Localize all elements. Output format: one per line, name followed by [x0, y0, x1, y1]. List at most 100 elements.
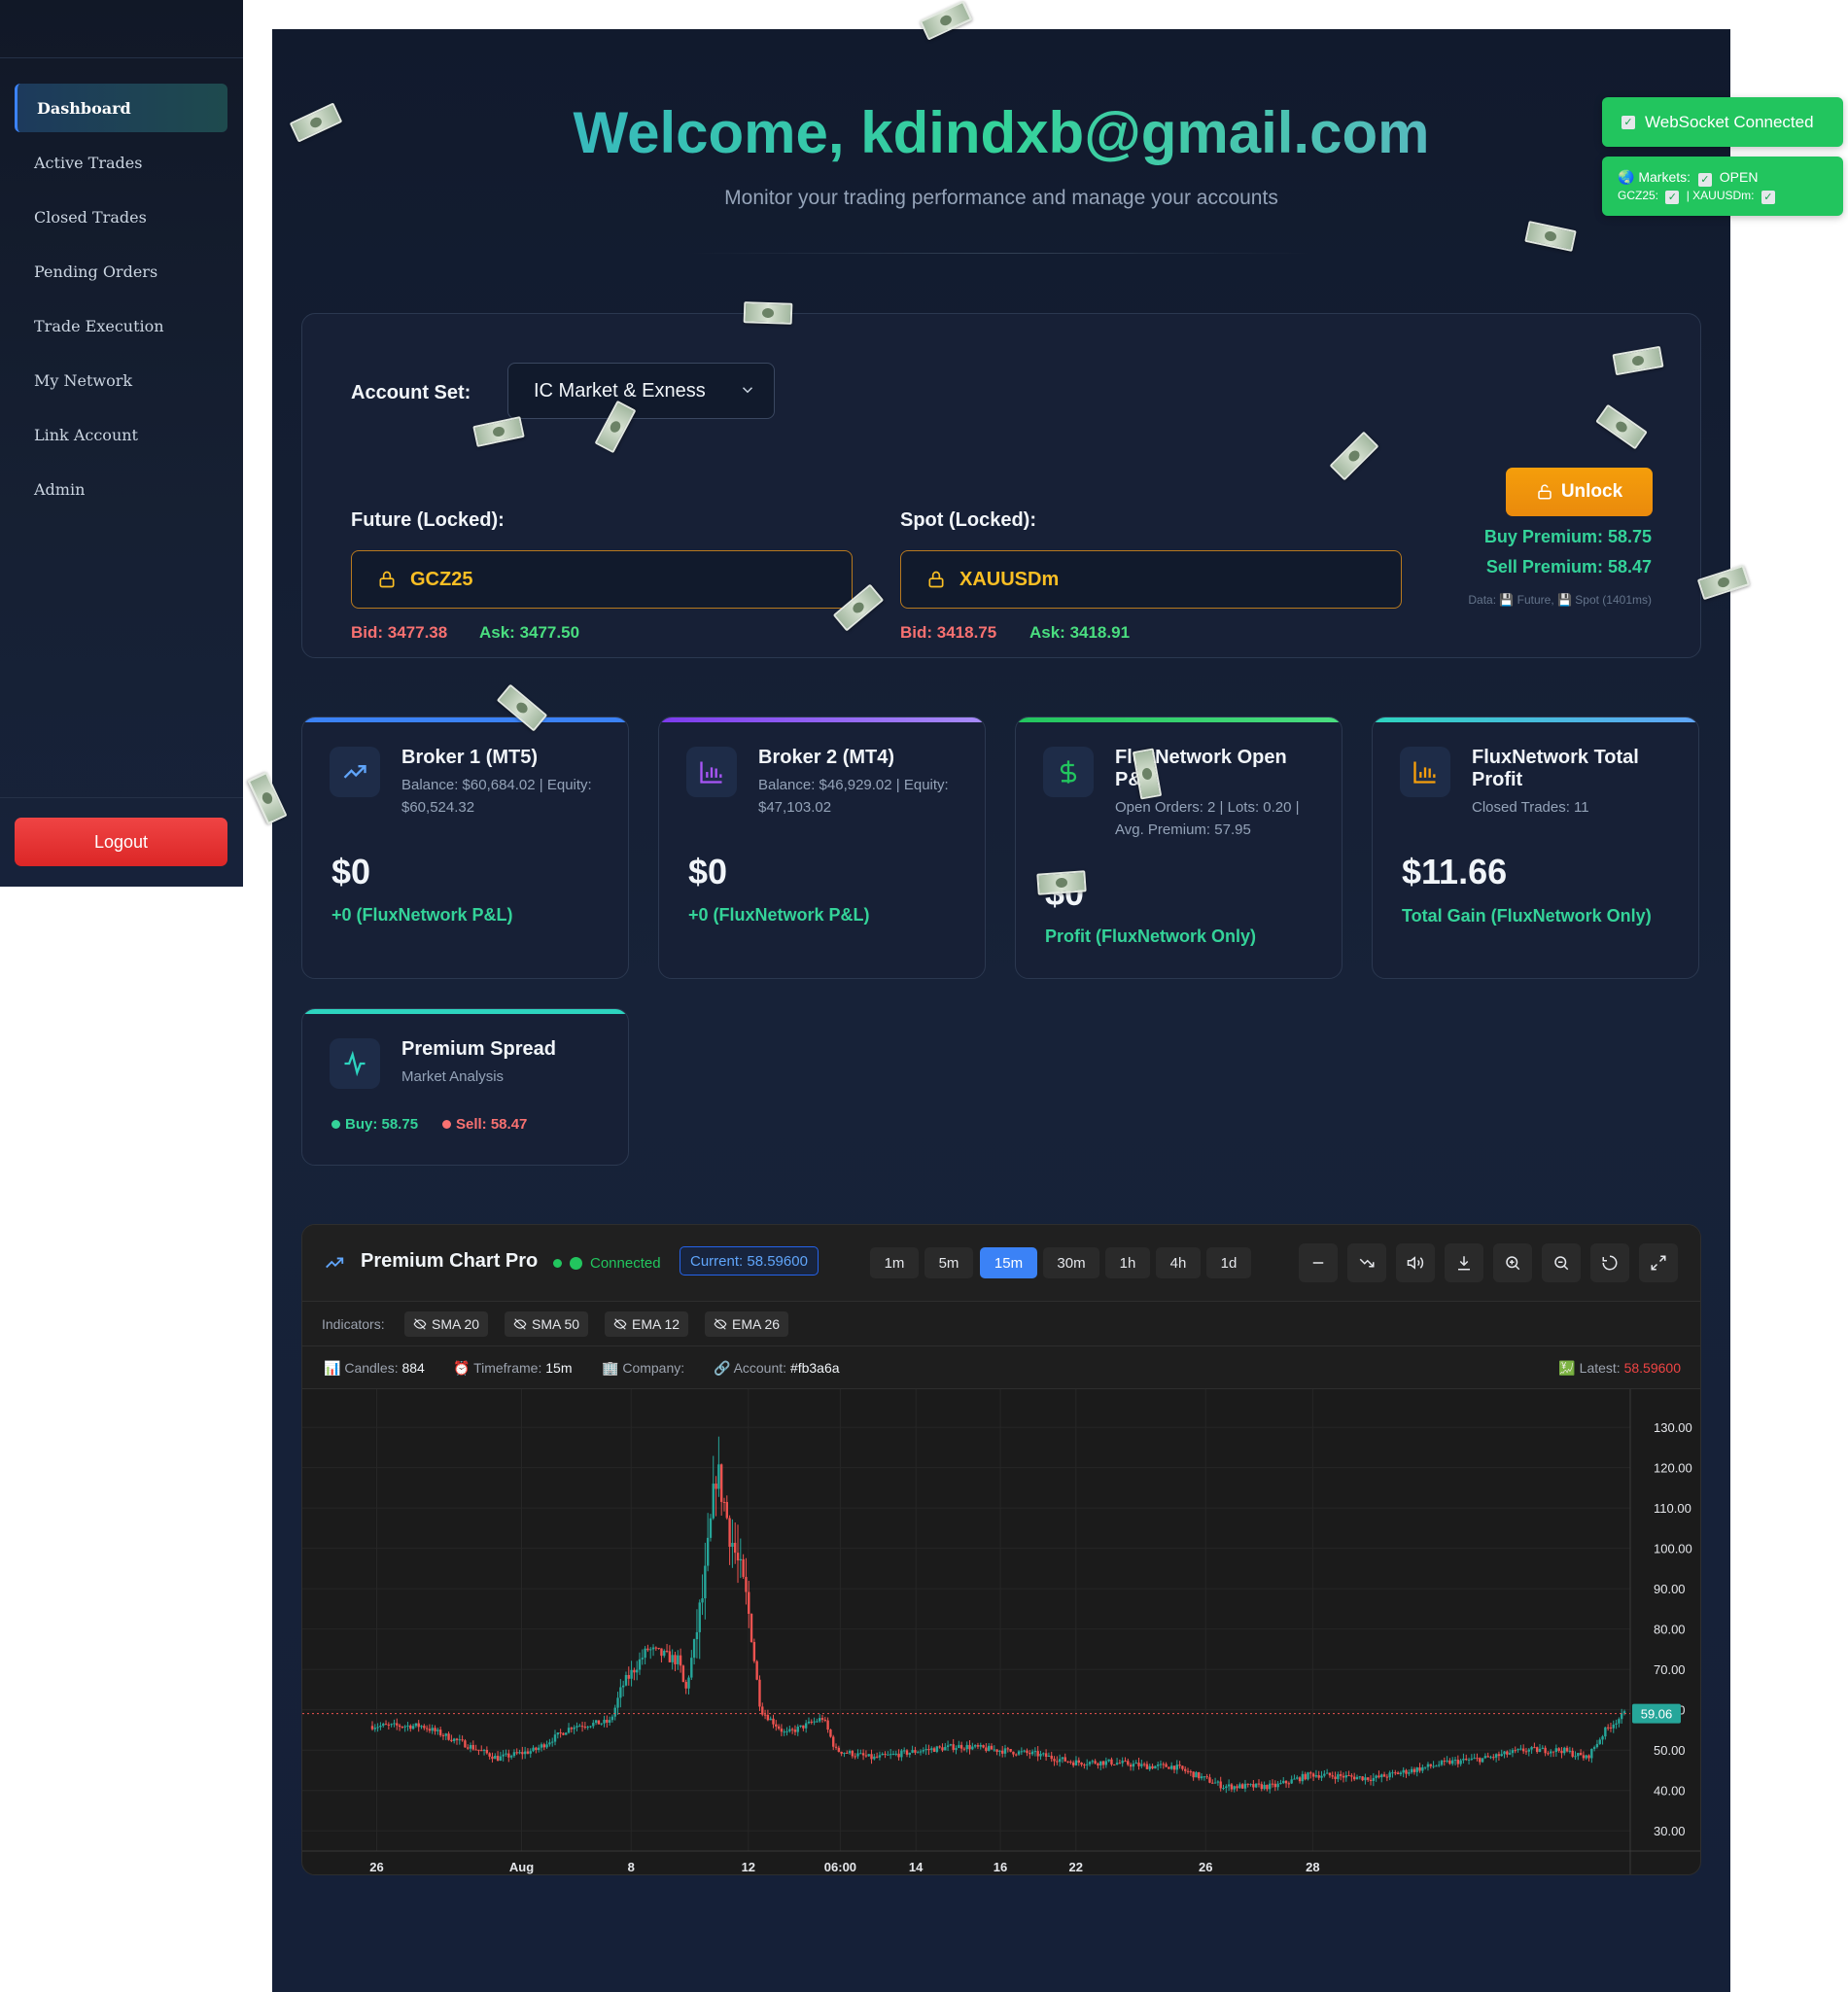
candle-body: [864, 1755, 868, 1757]
future-symbol-field[interactable]: GCZ25: [351, 550, 853, 609]
zoom-out-button[interactable]: [1542, 1243, 1581, 1282]
spot-symbol-field[interactable]: XAUUSDm: [900, 550, 1402, 609]
candle-body: [1205, 1776, 1208, 1778]
candle-body: [660, 1648, 663, 1657]
candle-body: [1042, 1753, 1045, 1755]
candle-body: [406, 1725, 409, 1727]
buy-premium: Buy Premium: 58.75: [1483, 527, 1652, 546]
candle-body: [1284, 1780, 1288, 1784]
candle-body: [826, 1720, 829, 1730]
latest-value: 58.59600: [1623, 1360, 1681, 1376]
eye-off-icon: [413, 1318, 427, 1330]
candle-body: [1421, 1766, 1424, 1771]
x-tick-label: 8: [628, 1860, 635, 1874]
spot-bid: Bid: 3418.75: [900, 623, 997, 642]
candle-body: [785, 1730, 788, 1732]
account-set-select[interactable]: IC Market & Exness: [507, 363, 775, 419]
sidebar-item-dashboard[interactable]: Dashboard: [15, 84, 227, 132]
sidebar-item-my-network[interactable]: My Network: [15, 356, 227, 404]
timeframe-1d[interactable]: 1d: [1206, 1247, 1251, 1278]
candle-body: [1236, 1786, 1238, 1789]
logout-button[interactable]: Logout: [15, 818, 227, 866]
candle-body: [1168, 1766, 1170, 1769]
sidebar-item-admin[interactable]: Admin: [15, 465, 227, 513]
candle-body: [1056, 1761, 1059, 1763]
candle-body: [1565, 1747, 1569, 1752]
y-tick-label: 30.00: [1654, 1824, 1686, 1838]
y-tick-label: 100.00: [1654, 1542, 1692, 1556]
x-tick-label: 26: [1199, 1860, 1212, 1874]
reset-button[interactable]: [1590, 1243, 1629, 1282]
candle-body: [819, 1718, 821, 1722]
zoom-out-icon: [1554, 1256, 1569, 1271]
candle-body: [919, 1751, 923, 1753]
candle-body: [1186, 1770, 1190, 1772]
candle-body: [681, 1665, 685, 1683]
candle-body: [1481, 1758, 1484, 1763]
candle-body: [583, 1727, 587, 1729]
fullscreen-button[interactable]: [1639, 1243, 1678, 1282]
candle-body: [1476, 1758, 1479, 1760]
check-icon: ✓: [1761, 191, 1775, 204]
unlock-button[interactable]: Unlock: [1506, 468, 1653, 516]
trending-up-icon: [326, 1257, 344, 1269]
sidebar-item-pending-orders[interactable]: Pending Orders: [15, 247, 227, 296]
candle-body: [403, 1726, 406, 1728]
trend-button[interactable]: [1347, 1243, 1386, 1282]
sidebar-item-active-trades[interactable]: Active Trades: [15, 138, 227, 187]
candle-body: [578, 1726, 581, 1728]
candle-body: [1514, 1750, 1517, 1752]
x-tick-label: Aug: [509, 1860, 534, 1874]
timeframe-15m[interactable]: 15m: [980, 1247, 1037, 1278]
candle-body: [816, 1721, 819, 1723]
candle-body: [1047, 1755, 1051, 1757]
candle-body: [668, 1651, 672, 1662]
chart-header: Premium Chart Pro Connected Current: 58.…: [302, 1225, 1700, 1302]
candle-body: [1003, 1748, 1007, 1754]
indicator-sma20-toggle[interactable]: SMA 20: [404, 1311, 489, 1337]
candle-body: [1377, 1775, 1380, 1778]
candlestick-chart[interactable]: 130.00120.00110.00100.0090.0080.0070.006…: [302, 1389, 1701, 1875]
timeframe-1h[interactable]: 1h: [1105, 1247, 1150, 1278]
candle-body: [455, 1738, 459, 1740]
candle-body: [1058, 1759, 1062, 1763]
current-price-badge: Current: 58.59600: [680, 1246, 819, 1276]
sidebar-item-trade-execution[interactable]: Trade Execution: [15, 301, 227, 350]
candle-body: [1301, 1773, 1305, 1782]
candle-body: [477, 1749, 480, 1751]
candle-body: [734, 1542, 737, 1554]
candle-body: [1271, 1783, 1274, 1785]
timeframe-5m[interactable]: 5m: [924, 1247, 973, 1278]
candle-body: [677, 1655, 680, 1664]
unlock-label: Unlock: [1560, 481, 1623, 502]
candle-body: [941, 1747, 944, 1751]
candle-body: [763, 1714, 767, 1716]
candle-body: [1620, 1713, 1623, 1720]
card-accent: [659, 717, 985, 722]
candle-body: [570, 1728, 574, 1730]
candle-body: [1159, 1764, 1163, 1765]
candle-body: [1175, 1765, 1178, 1770]
sidebar-item-closed-trades[interactable]: Closed Trades: [15, 192, 227, 241]
minus-icon: [1312, 1262, 1324, 1264]
candle-body: [719, 1464, 723, 1502]
sidebar-item-link-account[interactable]: Link Account: [15, 410, 227, 459]
candle-body: [1456, 1760, 1460, 1765]
timeframe-30m[interactable]: 30m: [1043, 1247, 1099, 1278]
indicator-ema26-toggle[interactable]: EMA 26: [705, 1311, 789, 1337]
zoom-in-button[interactable]: [1493, 1243, 1532, 1282]
indicator-ema12-toggle[interactable]: EMA 12: [605, 1311, 689, 1337]
minus-button[interactable]: [1299, 1243, 1338, 1282]
candle-body: [575, 1726, 578, 1728]
download-button[interactable]: [1445, 1243, 1483, 1282]
timeframe-1m[interactable]: 1m: [870, 1247, 919, 1278]
sound-button[interactable]: [1396, 1243, 1435, 1282]
indicator-sma50-toggle[interactable]: SMA 50: [505, 1311, 589, 1337]
candle-body: [1352, 1776, 1356, 1780]
x-tick-label: 26: [369, 1860, 383, 1874]
candle-body: [766, 1714, 770, 1721]
card-value: $0: [331, 852, 371, 891]
candle-body: [1552, 1751, 1555, 1753]
timeframe-4h[interactable]: 4h: [1156, 1247, 1201, 1278]
candle-body: [1550, 1751, 1552, 1754]
